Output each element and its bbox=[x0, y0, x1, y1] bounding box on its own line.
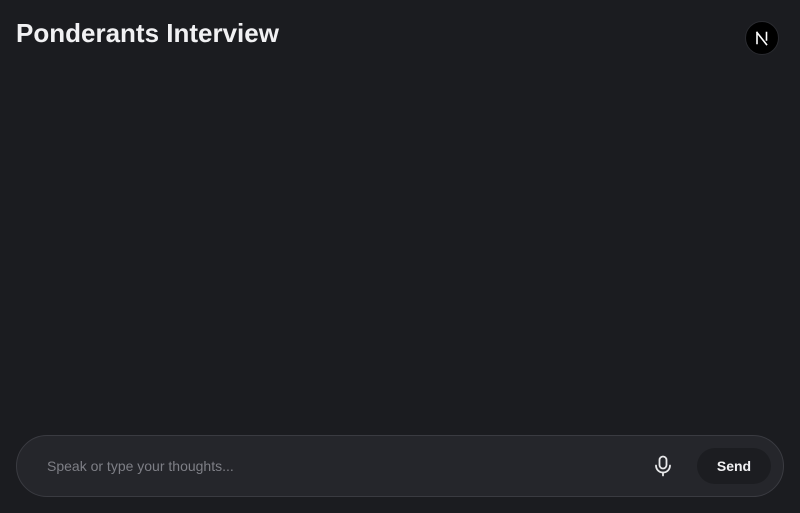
message-input[interactable] bbox=[45, 445, 645, 487]
avatar[interactable] bbox=[745, 21, 779, 55]
page-title: Ponderants Interview bbox=[16, 18, 279, 48]
next-logo-icon bbox=[755, 31, 768, 46]
microphone-button[interactable] bbox=[645, 448, 681, 484]
message-composer: Send bbox=[16, 435, 784, 497]
app-window: Ponderants Interview Send bbox=[0, 0, 800, 513]
microphone-icon bbox=[655, 455, 671, 477]
send-button[interactable]: Send bbox=[697, 448, 771, 484]
conversation-area bbox=[0, 70, 800, 425]
